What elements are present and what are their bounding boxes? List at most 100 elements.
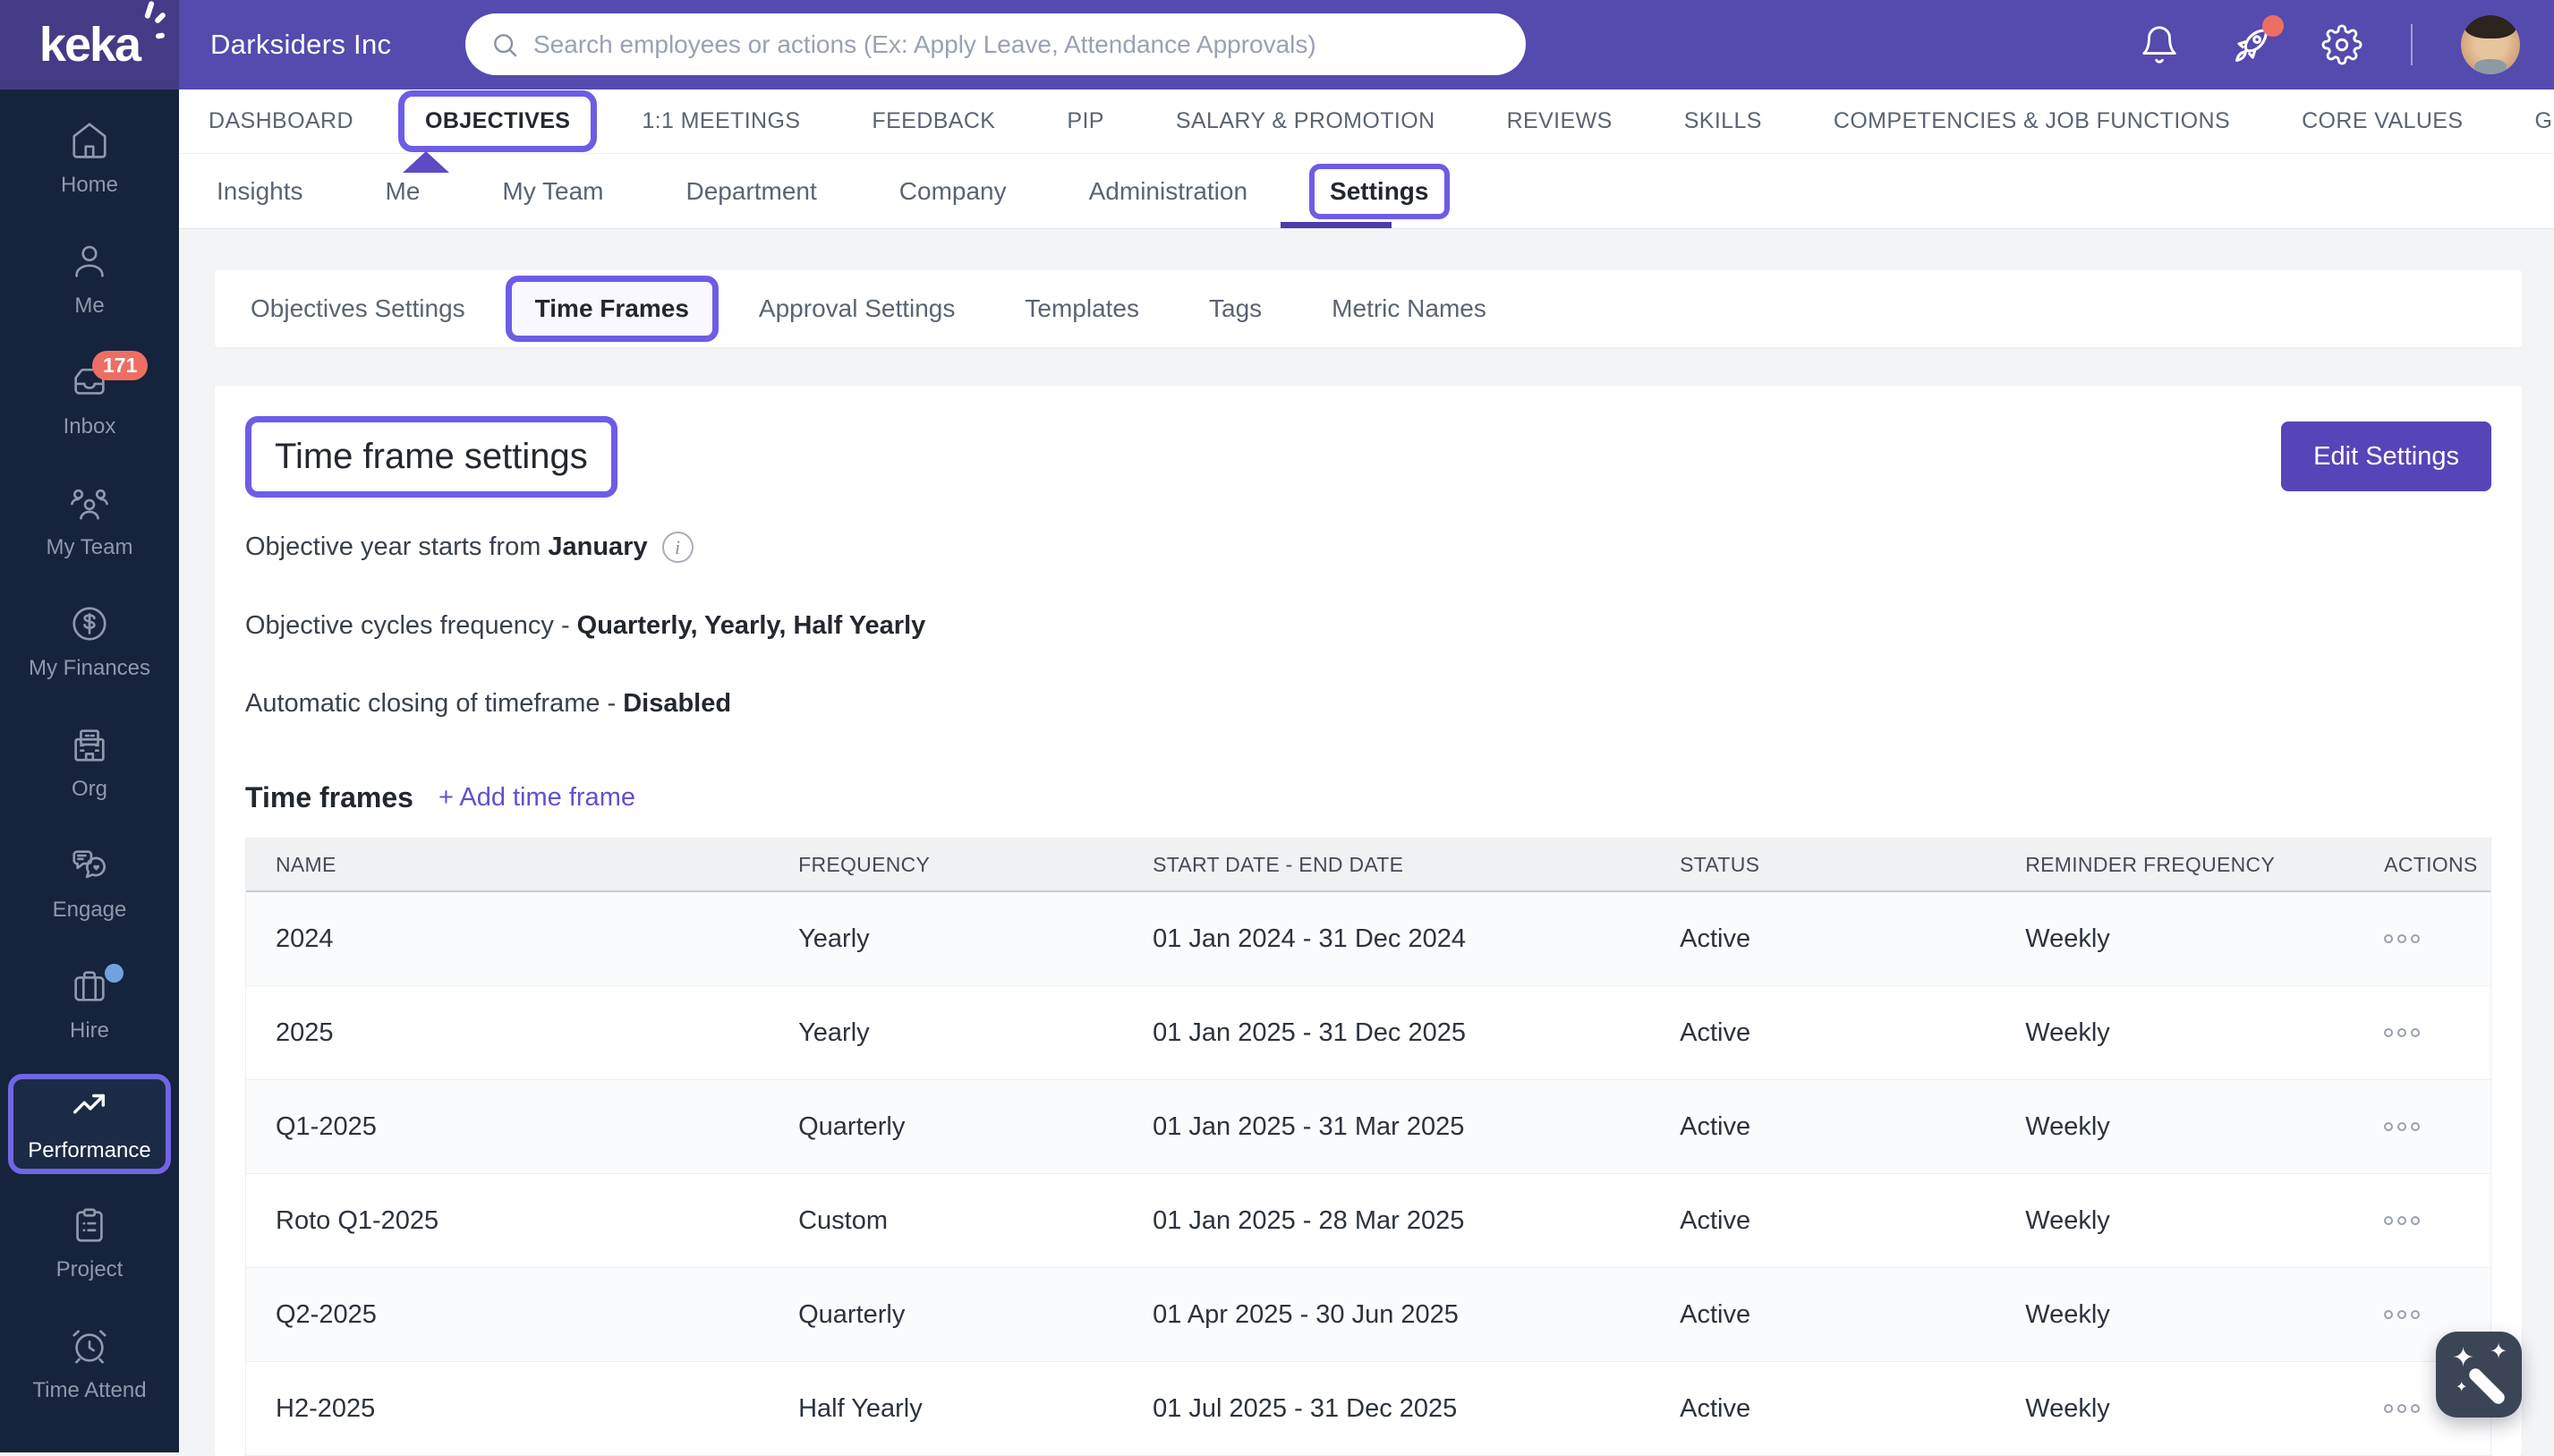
cell-reminder: Weekly bbox=[2025, 1394, 2384, 1424]
cell-dates: 01 Jan 2025 - 31 Mar 2025 bbox=[1153, 1112, 1680, 1142]
cell-dates: 01 Jan 2025 - 31 Dec 2025 bbox=[1153, 1018, 1680, 1048]
cell-frequency: Custom bbox=[798, 1206, 1153, 1236]
tab-core-values[interactable]: CORE VALUES bbox=[2302, 108, 2463, 134]
cell-status: Active bbox=[1680, 1112, 2025, 1142]
sidebar-item-my-team[interactable]: My Team bbox=[0, 461, 179, 582]
tab-reviews[interactable]: REVIEWS bbox=[1507, 108, 1613, 134]
cell-status: Active bbox=[1680, 1206, 2025, 1236]
sidebar-item-inbox[interactable]: 171 Inbox bbox=[0, 340, 179, 461]
annotation-box-time-frames: Time Frames bbox=[506, 276, 719, 342]
logo-spark-icon bbox=[144, 1, 155, 20]
row-actions-menu-icon[interactable] bbox=[2384, 1216, 2490, 1225]
brand-text: keka bbox=[39, 18, 140, 72]
row-actions-menu-icon[interactable] bbox=[2384, 1122, 2490, 1131]
sidebar-item-home[interactable]: Home bbox=[0, 98, 179, 219]
row-actions-menu-icon[interactable] bbox=[2384, 1028, 2490, 1037]
cell-name: Q2-2025 bbox=[276, 1300, 798, 1330]
tab-pip[interactable]: PIP bbox=[1067, 108, 1104, 134]
cell-reminder: Weekly bbox=[2025, 924, 2384, 954]
logo-spark-icon bbox=[156, 32, 166, 39]
cell-status: Active bbox=[1680, 924, 2025, 954]
keka-logo[interactable]: keka bbox=[0, 0, 179, 89]
tab-skills[interactable]: SKILLS bbox=[1684, 108, 1762, 134]
cell-name: 2024 bbox=[276, 924, 798, 954]
cell-frequency: Yearly bbox=[798, 1018, 1153, 1048]
settings-gear-icon[interactable] bbox=[2321, 24, 2362, 65]
tab-feedback[interactable]: FEEDBACK bbox=[872, 108, 995, 134]
sparkle-icon: ✦ bbox=[2452, 1342, 2474, 1374]
performance-trend-icon bbox=[69, 1086, 110, 1127]
row-actions-menu-icon[interactable] bbox=[2384, 1310, 2490, 1319]
cell-reminder: Weekly bbox=[2025, 1112, 2384, 1142]
cell-reminder: Weekly bbox=[2025, 1018, 2384, 1048]
table-row: Q1-2025 Quarterly 01 Jan 2025 - 31 Mar 2… bbox=[246, 1080, 2490, 1174]
subnav-department[interactable]: Department bbox=[685, 177, 816, 206]
subnav-my-team[interactable]: My Team bbox=[502, 177, 603, 206]
subnav-settings[interactable]: Settings bbox=[1330, 177, 1428, 205]
global-search[interactable] bbox=[465, 13, 1526, 75]
tab-salary-promotion[interactable]: SALARY & PROMOTION bbox=[1176, 108, 1435, 134]
active-tab-underline bbox=[1281, 222, 1392, 228]
tab-templates[interactable]: Templates bbox=[1025, 294, 1139, 323]
subnav-insights[interactable]: Insights bbox=[217, 177, 303, 206]
annotation-box-settings: Settings bbox=[1309, 164, 1449, 219]
user-avatar[interactable] bbox=[2461, 15, 2520, 74]
sidebar-item-time-attend[interactable]: Time Attend bbox=[0, 1304, 179, 1425]
magic-wand-assistant-button[interactable]: ✦ ✦ ✦ bbox=[2436, 1332, 2522, 1418]
edit-settings-button[interactable]: Edit Settings bbox=[2281, 421, 2491, 491]
search-icon bbox=[490, 30, 519, 59]
table-row: 2024 Yearly 01 Jan 2024 - 31 Dec 2024 Ac… bbox=[246, 892, 2490, 986]
module-tab-bar: DASHBOARD OBJECTIVES 1:1 MEETINGS FEEDBA… bbox=[179, 89, 2554, 154]
settings-tab-bar: Objectives Settings Time Frames Approval… bbox=[215, 270, 2522, 347]
auto-closing-line: Automatic closing of timeframe - Disable… bbox=[245, 689, 2491, 719]
tab-tags[interactable]: Tags bbox=[1209, 294, 1262, 323]
cell-dates: 01 Jul 2025 - 31 Dec 2025 bbox=[1153, 1394, 1680, 1424]
logo-spark-icon bbox=[154, 12, 166, 24]
cell-status: Active bbox=[1680, 1018, 2025, 1048]
col-status: STATUS bbox=[1680, 853, 2025, 877]
sidebar-item-project[interactable]: Project bbox=[0, 1183, 179, 1304]
main-area: DASHBOARD OBJECTIVES 1:1 MEETINGS FEEDBA… bbox=[179, 89, 2554, 1452]
tab-growth[interactable]: GROWTH bbox=[2534, 108, 2554, 134]
time-frames-heading: Time frames bbox=[245, 781, 413, 814]
cell-dates: 01 Jan 2025 - 28 Mar 2025 bbox=[1153, 1206, 1680, 1236]
tab-dashboard[interactable]: DASHBOARD bbox=[209, 108, 353, 134]
team-icon bbox=[69, 482, 110, 524]
objective-year-line: Objective year starts from January i bbox=[245, 532, 2491, 563]
sidebar-item-performance[interactable]: Performance bbox=[8, 1074, 171, 1174]
subnav-company[interactable]: Company bbox=[899, 177, 1007, 206]
company-name: Darksiders Inc bbox=[210, 0, 391, 89]
col-actions: ACTIONS bbox=[2384, 853, 2490, 877]
tab-time-frames[interactable]: Time Frames bbox=[535, 294, 689, 322]
sidebar-item-org[interactable]: Org bbox=[0, 702, 179, 823]
sidebar-item-me[interactable]: Me bbox=[0, 219, 179, 340]
tab-1-1-meetings[interactable]: 1:1 MEETINGS bbox=[642, 108, 800, 134]
sidebar-item-my-finances[interactable]: My Finances bbox=[0, 582, 179, 702]
objectives-subnav: Insights Me My Team Department Company A… bbox=[179, 154, 2554, 229]
subnav-me[interactable]: Me bbox=[386, 177, 421, 206]
tab-metric-names[interactable]: Metric Names bbox=[1332, 294, 1486, 323]
cell-status: Active bbox=[1680, 1394, 2025, 1424]
hire-notification-dot bbox=[105, 964, 123, 983]
sparkle-icon: ✦ bbox=[2456, 1378, 2467, 1396]
tab-objectives-settings[interactable]: Objectives Settings bbox=[251, 294, 465, 323]
divider bbox=[2411, 24, 2413, 65]
info-icon[interactable]: i bbox=[662, 532, 694, 563]
tab-competencies[interactable]: COMPETENCIES & JOB FUNCTIONS bbox=[1834, 108, 2230, 134]
tab-objectives[interactable]: OBJECTIVES bbox=[425, 108, 570, 133]
cell-dates: 01 Apr 2025 - 30 Jun 2025 bbox=[1153, 1300, 1680, 1330]
sidebar-item-hire[interactable]: Hire bbox=[0, 944, 179, 1065]
row-actions-menu-icon[interactable] bbox=[2384, 934, 2490, 943]
table-row: H2-2025 Half Yearly 01 Jul 2025 - 31 Dec… bbox=[246, 1362, 2490, 1456]
search-input[interactable] bbox=[533, 30, 1501, 59]
sidebar-item-engage[interactable]: Engage bbox=[0, 823, 179, 944]
tab-approval-settings[interactable]: Approval Settings bbox=[759, 294, 955, 323]
whats-new-rocket-icon[interactable] bbox=[2228, 22, 2273, 67]
cell-reminder: Weekly bbox=[2025, 1206, 2384, 1236]
notifications-bell-icon[interactable] bbox=[2139, 24, 2180, 65]
cell-dates: 01 Jan 2024 - 31 Dec 2024 bbox=[1153, 924, 1680, 954]
subnav-administration[interactable]: Administration bbox=[1089, 177, 1247, 206]
add-time-frame-link[interactable]: + Add time frame bbox=[438, 783, 635, 813]
time-frame-settings-card: Time frame settings Edit Settings Object… bbox=[215, 386, 2522, 1456]
table-row: 2025 Yearly 01 Jan 2025 - 31 Dec 2025 Ac… bbox=[246, 986, 2490, 1080]
